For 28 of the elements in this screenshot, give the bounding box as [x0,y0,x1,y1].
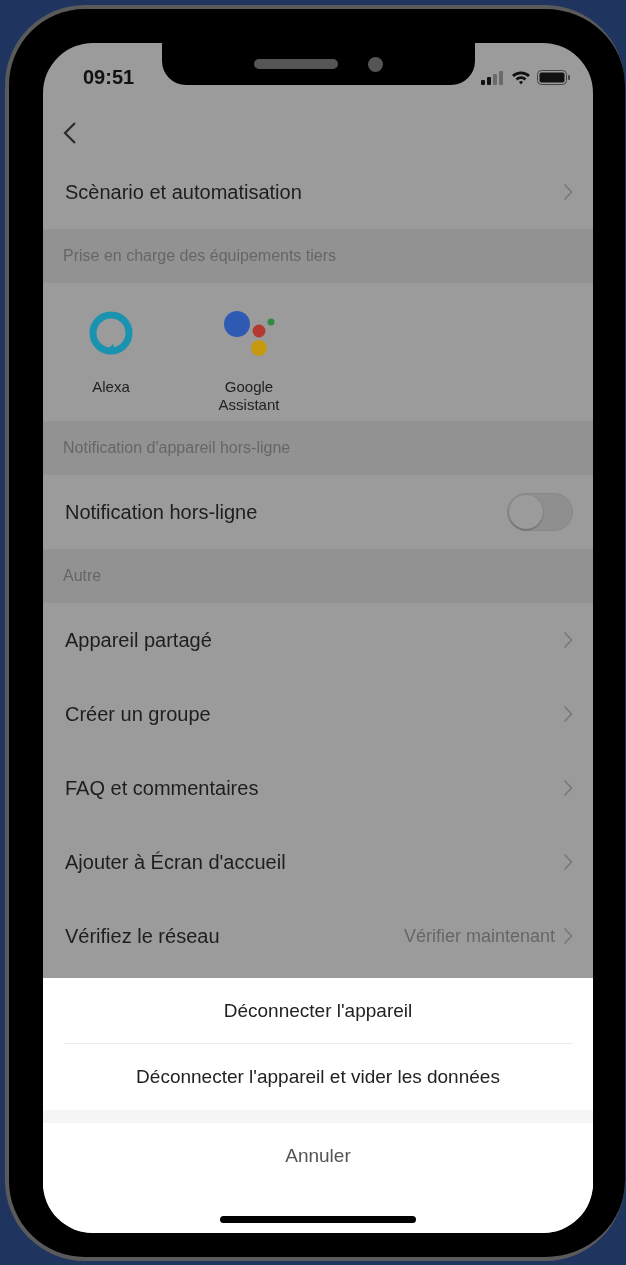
back-icon[interactable] [63,120,77,145]
dots-icon [221,310,277,358]
row-label: Appareil partagé [65,628,212,652]
row-label: Notification hors-ligne [65,500,258,524]
settings-row[interactable]: Scènario et automatisation [43,155,593,229]
signal-icon [481,70,505,85]
chevron-icon [563,853,573,871]
row-label: Créer un groupe [65,702,211,726]
row-label: Ajouter à Écran d'accueil [65,850,286,874]
toggle-switch[interactable] [507,493,573,531]
battery-icon [537,70,571,85]
row-label: FAQ et commentaires [65,776,259,800]
chevron-icon [563,779,573,797]
wifi-icon [511,70,531,85]
row-label: Scènario et automatisation [65,180,302,204]
settings-row[interactable]: Ajouter à Écran d'accueil [43,825,593,899]
integration-item[interactable]: Google Assistant [199,283,299,421]
chevron-icon [563,927,573,945]
chevron-icon [563,705,573,723]
integration-item[interactable]: Alexa [61,283,161,421]
settings-row[interactable]: Appareil partagé [43,603,593,677]
chevron-icon [563,183,573,201]
settings-row[interactable]: Créer un groupe [43,677,593,751]
row-label: Vérifiez le réseau [65,924,220,948]
settings-row[interactable]: FAQ et commentaires [43,751,593,825]
chevron-icon [563,631,573,649]
sheet-option[interactable]: Déconnecter l'appareil [43,978,593,1044]
status-time: 09:51 [83,66,135,89]
